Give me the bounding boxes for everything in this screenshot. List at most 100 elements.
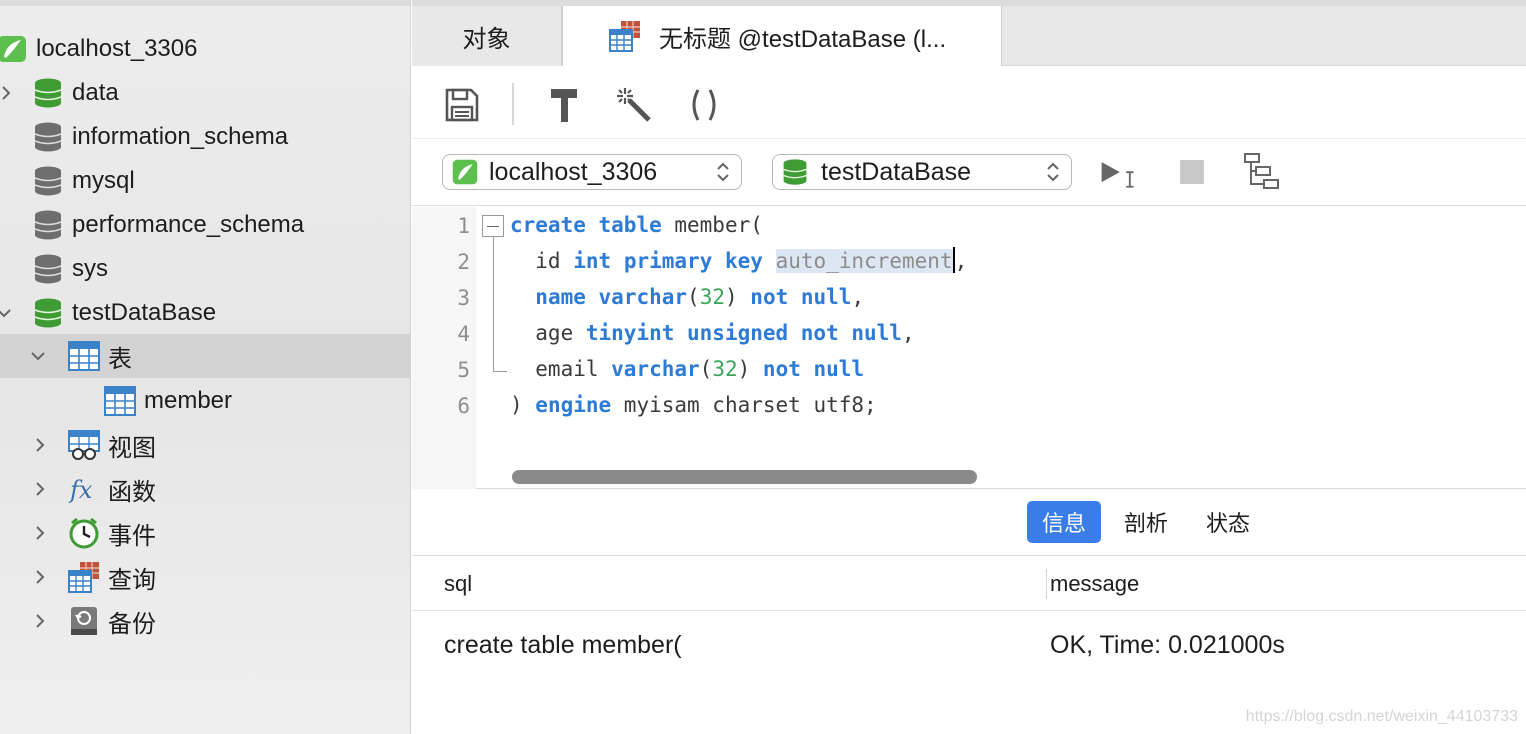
- code-token: int: [573, 249, 612, 273]
- view-icon: [68, 429, 100, 461]
- result-tabs: 信息 剖析 状态: [412, 490, 1526, 556]
- sidebar-item-member[interactable]: member: [0, 379, 410, 423]
- watermark: https://blog.csdn.net/weixin_44103733: [1245, 708, 1518, 725]
- code-token: key: [724, 249, 763, 273]
- sidebar-item-events[interactable]: 事件: [0, 511, 410, 555]
- code-line: name varchar(32) not null,: [510, 285, 864, 309]
- explain-icon[interactable]: [1242, 152, 1282, 192]
- code-token: ): [725, 285, 751, 309]
- tab-query[interactable]: 无标题 @testDataBase (l...: [562, 6, 1002, 66]
- sidebar-item-label: information_schema: [72, 123, 289, 150]
- chevron-right-icon[interactable]: [30, 611, 50, 631]
- connection-icon: [0, 33, 28, 65]
- sidebar-item-data[interactable]: data: [0, 71, 410, 115]
- event-clock-icon: [68, 517, 100, 549]
- magic-wand-icon[interactable]: [614, 85, 654, 125]
- database-gray-icon: [32, 209, 64, 241]
- code-token: create: [510, 213, 586, 237]
- sidebar-item-views[interactable]: 视图: [0, 423, 410, 467]
- fold-guide-end: [493, 371, 507, 372]
- fold-guide: [493, 237, 494, 371]
- code-token: email: [510, 357, 612, 381]
- sidebar-item-functions[interactable]: fx 函数: [0, 467, 410, 511]
- database-green-icon: [781, 158, 809, 193]
- table-cell-message[interactable]: OK, Time: 0.021000s: [1050, 631, 1285, 660]
- tab-objects-label: 对象: [462, 25, 511, 53]
- chevron-right-icon[interactable]: [30, 567, 50, 587]
- chevron-right-icon[interactable]: [30, 435, 50, 455]
- chevron-right-icon[interactable]: [30, 479, 50, 499]
- updown-chevron-icon: [715, 160, 731, 184]
- tab-bar: 对象 无标题 @testDataBase (l...: [412, 0, 1526, 66]
- code-token: 32: [712, 357, 738, 381]
- sidebar-item-testdatabase[interactable]: testDataBase: [0, 291, 410, 335]
- sidebar-item-label: mysql: [72, 167, 135, 194]
- selector-bar: localhost_3306 testDataBase: [412, 140, 1526, 206]
- save-icon[interactable]: [442, 85, 482, 125]
- tab-objects[interactable]: 对象: [412, 6, 562, 66]
- sidebar-item-information-schema[interactable]: information_schema: [0, 115, 410, 159]
- stop-icon[interactable]: [1172, 152, 1212, 192]
- code-token: member(: [661, 213, 763, 237]
- line-number: 1: [457, 214, 470, 238]
- chevron-down-icon[interactable]: [28, 346, 48, 366]
- line-number: 5: [457, 358, 470, 382]
- sidebar-item-queries[interactable]: 查询: [0, 555, 410, 599]
- tab-status[interactable]: 状态: [1191, 501, 1265, 543]
- database-select-value: testDataBase: [821, 157, 972, 186]
- sidebar-item-backups[interactable]: 备份: [0, 599, 410, 643]
- sidebar-item-label: testDataBase: [72, 299, 217, 326]
- code-token: (: [699, 357, 713, 381]
- tab-profile-label: 剖析: [1123, 511, 1168, 536]
- tab-info[interactable]: 信息: [1027, 501, 1101, 543]
- code-line: email varchar(32) not null: [510, 357, 864, 381]
- chevron-right-icon[interactable]: [30, 523, 50, 543]
- code-token: (: [687, 285, 700, 309]
- sidebar-item-label: 事件: [108, 522, 156, 550]
- code-token: not null: [750, 285, 852, 309]
- chevron-right-icon[interactable]: [0, 83, 16, 103]
- sql-editor[interactable]: 1 2 3 4 5 6 create table member( id int …: [412, 207, 1526, 489]
- horizontal-scrollbar[interactable]: [512, 470, 977, 484]
- code-token: primary: [623, 249, 713, 273]
- result-table: sql message create table member( OK, Tim…: [412, 557, 1526, 734]
- sidebar-item-label: localhost_3306: [36, 35, 198, 62]
- svg-text:fx: fx: [68, 476, 93, 504]
- code-token: ,: [954, 249, 968, 273]
- sidebar-item-tables[interactable]: 表: [0, 334, 410, 378]
- updown-chevron-icon: [1045, 160, 1061, 184]
- connection-icon: [451, 158, 479, 193]
- parentheses-icon[interactable]: [684, 85, 724, 125]
- chevron-down-icon[interactable]: [0, 303, 14, 323]
- code-token: ,: [901, 321, 915, 345]
- tab-profile[interactable]: 剖析: [1109, 501, 1183, 543]
- code-line: ) engine myisam charset utf8;: [510, 393, 877, 417]
- sidebar-item-mysql[interactable]: mysql: [0, 159, 410, 203]
- code-token: ,: [851, 285, 865, 309]
- sidebar-item-connection[interactable]: localhost_3306: [0, 27, 410, 71]
- sidebar-item-label: 查询: [108, 566, 156, 594]
- database-select[interactable]: testDataBase: [772, 154, 1072, 190]
- tab-status-label: 状态: [1205, 511, 1250, 536]
- table-cell-sql[interactable]: create table member(: [444, 631, 682, 660]
- column-separator[interactable]: [1046, 569, 1047, 599]
- code-token: tinyint unsigned not null: [585, 321, 902, 345]
- connection-select[interactable]: localhost_3306: [442, 154, 742, 190]
- line-number: 4: [457, 322, 470, 346]
- sidebar-item-sys[interactable]: sys: [0, 247, 410, 291]
- selected-code-token: auto_increment: [775, 249, 953, 273]
- sidebar-item-label: member: [144, 387, 233, 414]
- code-token: ): [737, 357, 763, 381]
- sidebar-item-performance-schema[interactable]: performance_schema: [0, 203, 410, 247]
- beautify-hammer-icon[interactable]: [544, 85, 584, 125]
- run-selected-icon[interactable]: [1098, 154, 1138, 194]
- column-header-sql[interactable]: sql: [444, 571, 472, 597]
- fold-collapse-icon[interactable]: [482, 215, 504, 237]
- sidebar-top-strip: [0, 0, 410, 6]
- code-token: age: [510, 321, 586, 345]
- column-header-message[interactable]: message: [1050, 571, 1139, 597]
- header-divider: [412, 610, 1526, 611]
- backup-icon: [68, 605, 100, 637]
